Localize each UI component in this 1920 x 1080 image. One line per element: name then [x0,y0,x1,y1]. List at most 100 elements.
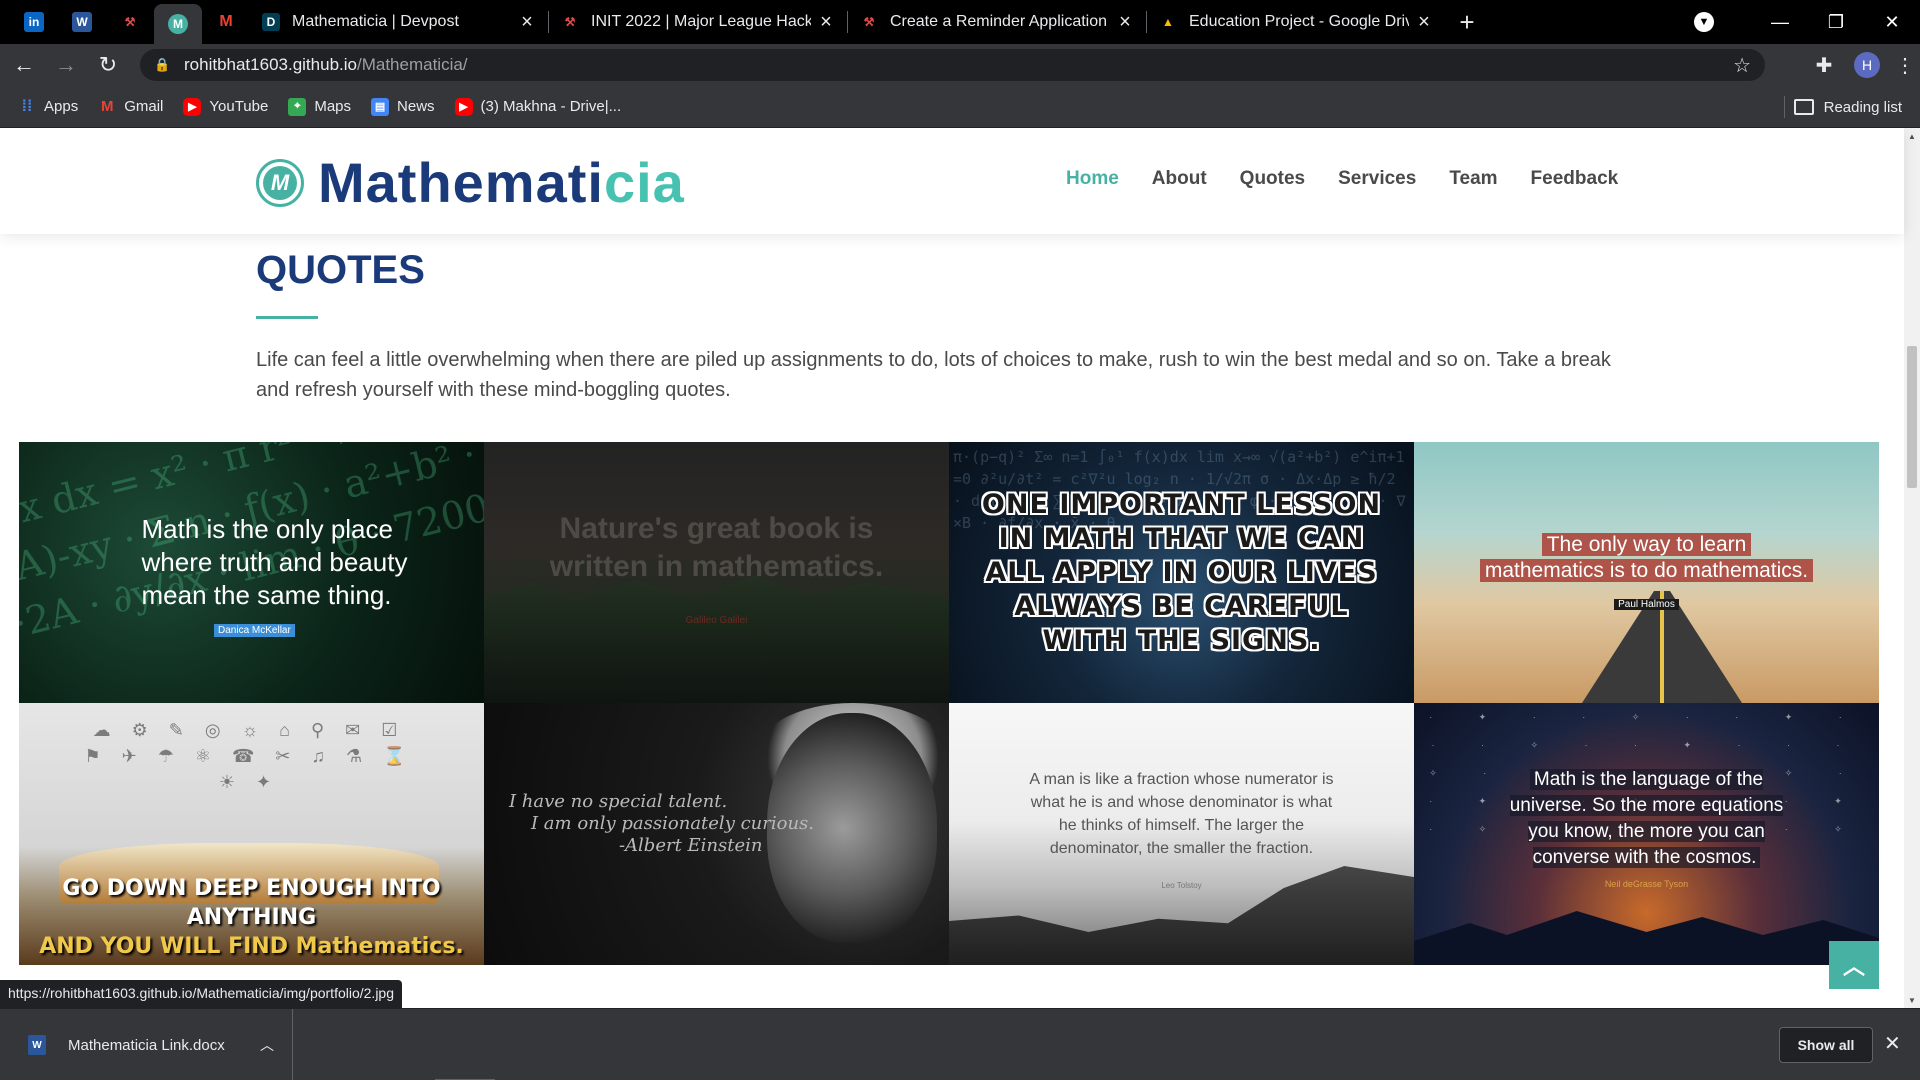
quote-text: A man is like a fraction whose numerator… [1029,771,1334,857]
close-icon[interactable]: ✕ [1884,1031,1901,1056]
quote-text: I have no special talent. I am only passi… [509,791,814,857]
quote-author: Galileo Galilei [685,615,748,626]
linkedin-icon: in [24,12,44,32]
mlh-icon: ⚒ [124,15,136,29]
nav-team[interactable]: Team [1449,168,1497,190]
tab-init-2022[interactable]: ⚒ INIT 2022 | Major League Hackin × [549,0,847,44]
quote-author-label: Paul Halmos [1614,599,1679,610]
quote-card[interactable]: A man is like a fraction whose numerator… [949,703,1414,965]
pinned-tab-gmail[interactable]: M [202,0,250,44]
site-logo[interactable]: M Mathematicia [256,150,685,215]
nav-home[interactable]: Home [1066,168,1119,190]
extensions-icon[interactable]: ✚ [1804,53,1844,78]
tab-google-drive[interactable]: ▲ Education Project - Google Drive × [1147,0,1445,44]
quote-card[interactable]: · ✦ · · ✧ · · ✦ · · · ✧ · · ✦ · · · ✧ · … [1414,703,1879,965]
bookmark-makhna[interactable]: ▶ (3) Makhna - Drive|... [454,97,621,116]
bookmark-label: Gmail [124,98,164,115]
quote-text: GO DOWN DEEP ENOUGH INTO ANYTHING AND YOU… [19,874,484,961]
lock-icon[interactable]: 🔒 [154,57,170,73]
quote-line: I am only passionately curious. [530,813,815,834]
pinned-tab-linkedin[interactable]: in [10,0,58,44]
quote-author: Paul Halmos [1414,599,1879,610]
bookmark-gmail[interactable]: M Gmail [98,98,163,116]
quote-text: ONE IMPORTANT LESSON IN MATH THAT WE CAN… [981,488,1382,656]
news-icon: ▤ [371,97,390,116]
quote-card[interactable]: π·(p−q)² Σ∞ n=1 ∫₀¹ f(x)dx lim x→∞ √(a²+… [949,442,1414,703]
forward-button[interactable]: → [48,47,84,83]
tab-reminder-app[interactable]: ⚒ Create a Reminder Application | M × [848,0,1146,44]
site-header: M Mathematicia Home About Quotes Service… [0,128,1904,234]
doodles-background: ☁ ⚙ ✎ ◎ ☼ ⌂ ⚲ ✉ ☑ ⚑ ✈ ☂ ⚛ ☎ ✂ ♫ ⚗ ⌛ ☀ ✦ [84,720,414,792]
close-icon[interactable]: × [518,11,536,34]
quote-card[interactable]: The only way to learn mathematics is to d… [1414,442,1879,703]
page-viewport: M Mathematicia Home About Quotes Service… [0,128,1920,1008]
scroll-down-arrow[interactable]: ▼ [1904,992,1920,1008]
close-icon[interactable]: × [1116,11,1134,34]
maps-icon: ⌖ [288,97,307,116]
quote-line: Math is the language of the universe. So… [1509,769,1784,868]
pinned-tab-mlh[interactable]: ⚒ [106,0,154,44]
url-host: rohitbhat1603.github.io [184,55,357,74]
close-icon[interactable]: × [1415,11,1433,34]
logo-text: Mathematicia [318,150,685,215]
logo-accent: cia [603,151,685,214]
minimize-button[interactable]: — [1752,0,1808,44]
mlh-icon: ⚒ [564,15,576,29]
new-tab-button[interactable]: + [1445,0,1489,44]
close-icon[interactable]: × [817,11,835,34]
bookmark-apps[interactable]: ⁞⁞ Apps [18,98,79,116]
pinned-tab-word[interactable]: W [58,0,106,44]
bookmarks-bar: ⁞⁞ Apps M Gmail ▶ YouTube ⌖ Maps ▤ News ▶ (3) … [0,86,1920,128]
quote-text: Math is the language of the universe. So… [1502,767,1792,871]
bookmark-youtube[interactable]: ▶ YouTube [183,97,268,116]
youtube-icon: ▶ [454,97,473,116]
quote-card[interactable]: Nature's great book is written in mathem… [484,442,949,703]
quote-line: I have no special talent. [508,791,728,812]
restore-button[interactable]: ❐ [1808,0,1864,44]
tab-devpost[interactable]: D Mathematicia | Devpost × [250,0,548,44]
bookmark-label: News [397,98,435,115]
bookmark-maps[interactable]: ⌖ Maps [288,97,352,116]
nav-about[interactable]: About [1152,168,1207,190]
tab-title: Mathematicia | Devpost [292,13,459,30]
bookmark-star-icon[interactable]: ☆ [1733,53,1751,78]
show-all-button[interactable]: Show all [1779,1027,1873,1063]
bookmark-news[interactable]: ▤ News [371,97,435,116]
quote-line: The only way to learn [1541,532,1752,556]
logo-mark-icon: M [256,158,304,207]
pinned-tab-mathematicia[interactable]: M [154,4,202,44]
quote-line: AND YOU WILL FIND Mathematics. [39,934,464,959]
toolbar-right: ✚ H ⋮ [1804,44,1920,86]
profile-avatar[interactable]: H [1854,52,1880,78]
browser-menu-icon[interactable]: ⋮ [1890,53,1920,78]
back-to-top-button[interactable]: ︿ [1829,941,1879,989]
gmail-icon: M [219,13,233,30]
media-control-icon[interactable]: ▼ [1694,12,1714,32]
scroll-up-arrow[interactable]: ▲ [1904,128,1920,144]
quote-text: Math is the only place where truth and b… [141,514,408,610]
download-item[interactable]: W Mathematicia Link.docx ︿ [18,1009,293,1080]
chevron-up-icon[interactable]: ︿ [260,1035,274,1055]
nav-feedback[interactable]: Feedback [1531,168,1619,190]
word-document-icon: W [28,1035,46,1055]
close-window-button[interactable]: ✕ [1864,0,1920,44]
word-icon: W [72,12,92,32]
scrollbar-thumb[interactable] [1907,346,1917,488]
reading-list-button[interactable]: Reading list [1793,86,1902,128]
nav-services[interactable]: Services [1338,168,1416,190]
tab-title: Education Project - Google Drive [1189,13,1409,30]
back-button[interactable]: ← [6,47,42,83]
quote-card[interactable]: ☁ ⚙ ✎ ◎ ☼ ⌂ ⚲ ✉ ☑ ⚑ ✈ ☂ ⚛ ☎ ✂ ♫ ⚗ ⌛ ☀ ✦ … [19,703,484,965]
nav-quotes[interactable]: Quotes [1240,168,1305,190]
page-scrollbar[interactable]: ▲ ▼ [1904,128,1920,1008]
coast-background [949,866,1414,965]
section-intro: Life can feel a little overwhelming when… [256,349,1611,401]
tab-title: Create a Reminder Application | M [890,13,1110,30]
quote-card[interactable]: ∫ 2x dx = x² · π r² · √a · 2(A)-xy · Σ n… [19,442,484,703]
reload-button[interactable]: ↻ [90,47,126,83]
tab-title: INIT 2022 | Major League Hackin [591,13,811,30]
download-shelf: W Mathematicia Link.docx ︿ Show all ✕ [0,1008,1920,1080]
bookmark-label: Maps [314,98,352,115]
address-bar[interactable]: 🔒 rohitbhat1603.github.io/Mathematicia/ … [140,49,1765,81]
quote-card[interactable]: I have no special talent. I am only passi… [484,703,949,965]
